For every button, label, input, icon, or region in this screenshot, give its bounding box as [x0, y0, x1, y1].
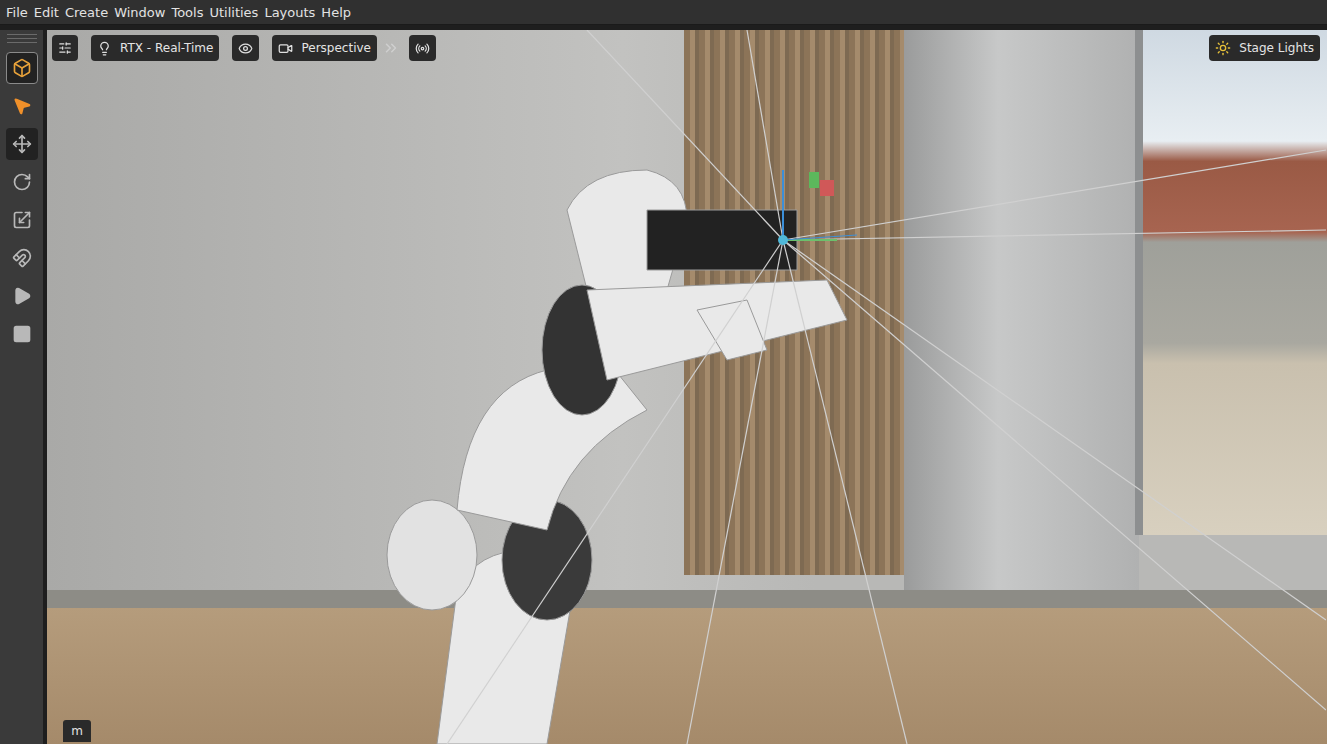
menu-item[interactable]: Create [64, 5, 109, 20]
isaac-sim-window: File Edit Create Window Tools Utilities Layout… [0, 0, 1327, 744]
menu-item[interactable]: Edit [33, 5, 60, 20]
play-tool-button[interactable] [6, 280, 38, 312]
rotate-icon [12, 172, 32, 192]
select-icon [12, 96, 32, 116]
stop-tool-button[interactable] [6, 318, 38, 350]
menu-bar: File Edit Create Window Tools Utilities Layout… [0, 0, 1327, 25]
expand-button[interactable] [382, 39, 400, 57]
menu-item[interactable]: Utilities [208, 5, 259, 20]
viewport-controls: RTX - Real-Time Perspective [52, 35, 436, 61]
menu-item[interactable]: Help [320, 5, 352, 20]
viewport[interactable]: RTX - Real-Time Perspective Stage Lights m [47, 30, 1327, 744]
renderer-button[interactable]: RTX - Real-Time [91, 35, 219, 61]
window-view [1135, 30, 1327, 535]
visibility-button[interactable] [232, 35, 259, 61]
broadcast-icon [415, 41, 430, 56]
move-icon [12, 134, 32, 154]
floor [47, 590, 1327, 744]
sensor-button[interactable] [409, 35, 436, 61]
play-icon [12, 286, 32, 306]
toolbar-grip[interactable] [7, 34, 37, 46]
settings-button[interactable] [52, 35, 78, 61]
snap-icon [12, 248, 32, 268]
units-badge: m [63, 720, 91, 742]
menu-item[interactable]: File [5, 5, 29, 20]
robot-scene [47, 30, 1326, 744]
camera-button[interactable]: Perspective [272, 35, 377, 61]
lights-button[interactable]: Stage Lights [1209, 35, 1320, 61]
sliders-icon [58, 41, 72, 55]
camera-icon [278, 41, 293, 56]
chevrons-icon [382, 39, 400, 57]
tool-bar [0, 30, 43, 744]
sun-icon [1215, 40, 1231, 56]
menu-item[interactable]: Window [113, 5, 166, 20]
snap-tool-button[interactable] [6, 242, 38, 274]
bulb-icon [97, 41, 112, 56]
transform-gizmo[interactable] [778, 170, 857, 245]
menu-item[interactable]: Layouts [263, 5, 316, 20]
wall [904, 30, 1139, 590]
menu-item[interactable]: Tools [170, 5, 204, 20]
mode-icon [12, 58, 32, 78]
select-tool-button[interactable] [6, 90, 38, 122]
scale-icon [12, 210, 32, 230]
mode-tool-button[interactable] [6, 52, 38, 84]
stop-icon [12, 324, 32, 344]
rotate-tool-button[interactable] [6, 166, 38, 198]
scale-tool-button[interactable] [6, 204, 38, 236]
eye-icon [238, 41, 253, 56]
move-tool-button[interactable] [6, 128, 38, 160]
